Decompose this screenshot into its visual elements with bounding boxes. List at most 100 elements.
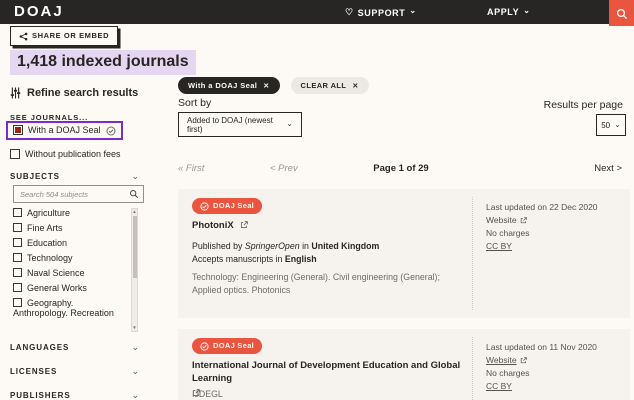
subject-item-geography[interactable]: Geography. Anthropology. Recreation (13, 298, 129, 318)
nav-support[interactable]: ♡ SUPPORT ⌄ (345, 7, 417, 18)
results-per-page-label: Results per page (544, 99, 623, 111)
website-link[interactable]: Website (486, 354, 597, 367)
chip-clear-all[interactable]: CLEAR ALL ✕ (291, 77, 369, 94)
filter-with-doaj-seal[interactable]: With a DOAJ Seal (6, 121, 123, 140)
accepts-line: Accepts manuscripts in English (192, 253, 379, 266)
checkbox-icon[interactable] (13, 238, 22, 247)
refine-search-header: Refine search results (10, 87, 138, 99)
subject-label: General Works (27, 283, 87, 293)
facet-languages-label: LANGUAGES (10, 343, 69, 352)
share-embed-button[interactable]: SHARE OR EMBED (10, 26, 118, 46)
close-icon[interactable]: ✕ (263, 82, 269, 90)
checkbox-icon[interactable] (13, 268, 22, 277)
nav-apply[interactable]: APPLY ⌄ (487, 7, 531, 17)
charges-status: No charges (486, 367, 597, 380)
journal-title-link[interactable]: PhotoniX (192, 219, 470, 232)
close-icon[interactable]: ✕ (352, 82, 358, 90)
last-updated: Last updated on 22 Dec 2020 (486, 201, 598, 214)
subject-list-scrollbar[interactable]: ▲ ▼ (131, 208, 138, 332)
page-title: 1,418 indexed journals (10, 50, 196, 75)
subject-label: Geography. Anthropology. Recreation (13, 298, 114, 318)
search-button[interactable] (609, 0, 634, 26)
subject-item-agriculture[interactable]: Agriculture (13, 208, 129, 218)
journal-title-link[interactable]: International Journal of Development Edu… (192, 359, 470, 400)
search-icon (129, 185, 139, 203)
license-link[interactable]: CC BY (486, 241, 512, 251)
external-link-icon (192, 387, 470, 400)
chip-label: CLEAR ALL (301, 81, 347, 90)
checkbox-icon[interactable] (13, 208, 22, 217)
no-fees-filter-label: Without publication fees (25, 149, 121, 159)
card-divider (472, 197, 473, 310)
check-circle-icon (200, 201, 209, 211)
top-nav: DOAJ ♡ SUPPORT ⌄ APPLY ⌄ (0, 0, 634, 24)
subject-label: Agriculture (27, 208, 70, 218)
journal-title-text: International Journal of Development Edu… (192, 360, 460, 384)
facet-publishers[interactable]: PUBLISHERS ⌄ (10, 390, 140, 400)
journal-subjects: Technology: Engineering (General). Civil… (192, 271, 468, 296)
refine-search-label: Refine search results (27, 87, 138, 99)
checkbox-checked-icon[interactable] (13, 125, 23, 135)
subject-item-fine-arts[interactable]: Fine Arts (13, 223, 129, 233)
checkbox-icon[interactable] (13, 298, 22, 307)
publisher-name: SpringerOpen (245, 241, 300, 251)
result-card-ijdegl: DOAJ Seal International Journal of Devel… (178, 329, 630, 400)
facet-languages[interactable]: LANGUAGES ⌄ (10, 342, 140, 353)
results-per-page-select[interactable]: 50 ⌄ (596, 114, 626, 136)
doaj-seal-badge-label: DOAJ Seal (213, 341, 254, 350)
checkbox-icon[interactable] (13, 253, 22, 262)
pagination-next[interactable]: Next > (594, 163, 622, 174)
result-card-photonix: DOAJ Seal PhotoniX Published by Springer… (178, 189, 630, 318)
checkbox-icon[interactable] (10, 149, 20, 159)
subject-item-general-works[interactable]: General Works (13, 283, 129, 293)
filter-sliders-icon (10, 87, 21, 99)
subject-search-box (13, 185, 144, 203)
checkbox-icon[interactable] (13, 223, 22, 232)
website-link-label: Website (486, 354, 517, 367)
doaj-seal-badge-label: DOAJ Seal (213, 201, 254, 210)
journal-title-text: PhotoniX (192, 220, 234, 231)
search-icon (616, 6, 628, 21)
active-filter-chips: With a DOAJ Seal ✕ CLEAR ALL ✕ (178, 77, 369, 94)
facet-licenses[interactable]: LICENSES ⌄ (10, 366, 140, 377)
checkbox-icon[interactable] (13, 283, 22, 292)
facet-licenses-label: LICENSES (10, 367, 57, 376)
seal-check-circle-icon (106, 125, 116, 136)
subject-label: Fine Arts (27, 223, 63, 233)
heart-icon: ♡ (345, 7, 354, 18)
facet-subjects-label: SUBJECTS (10, 172, 60, 181)
doaj-seal-badge: DOAJ Seal (192, 198, 262, 214)
results-per-page-value: 50 (601, 121, 610, 130)
subject-item-naval-science[interactable]: Naval Science (13, 268, 129, 278)
journal-abbreviation: IJDEGL (192, 389, 223, 399)
charges-status: No charges (486, 227, 598, 240)
chevron-down-icon: ⌄ (523, 9, 530, 13)
share-icon (19, 31, 28, 41)
filter-without-publication-fees[interactable]: Without publication fees (10, 149, 121, 159)
subject-list: Agriculture Fine Arts Education Technolo… (13, 208, 129, 323)
journal-meta: Last updated on 22 Dec 2020 Website No c… (486, 201, 598, 253)
subject-search-input[interactable] (20, 190, 129, 199)
subject-item-education[interactable]: Education (13, 238, 129, 248)
external-link-icon (238, 220, 249, 231)
chevron-down-icon: ⌄ (409, 9, 416, 13)
external-link-icon (520, 354, 527, 367)
website-link[interactable]: Website (486, 214, 598, 227)
card-divider (472, 337, 473, 400)
doaj-logo[interactable]: DOAJ (14, 3, 64, 20)
share-embed-label: SHARE OR EMBED (32, 31, 109, 40)
scroll-up-icon[interactable]: ▲ (132, 209, 137, 215)
scrollbar-thumb[interactable] (133, 216, 137, 278)
chip-with-doaj-seal[interactable]: With a DOAJ Seal ✕ (178, 77, 280, 94)
sort-select[interactable]: Added to DOAJ (newest first) ⌄ (178, 112, 302, 137)
facet-subjects[interactable]: SUBJECTS ⌄ (10, 171, 140, 182)
check-circle-icon (200, 341, 209, 351)
journal-meta: Last updated on 11 Nov 2020 Website No c… (486, 341, 597, 393)
license-link[interactable]: CC BY (486, 381, 512, 391)
scroll-down-icon[interactable]: ▼ (132, 325, 137, 331)
doaj-seal-badge: DOAJ Seal (192, 338, 262, 354)
subject-item-technology[interactable]: Technology (13, 253, 129, 263)
publisher-country: United Kingdom (311, 241, 379, 251)
chevron-down-icon: ⌄ (614, 120, 621, 129)
chevron-down-icon: ⌄ (132, 342, 140, 353)
